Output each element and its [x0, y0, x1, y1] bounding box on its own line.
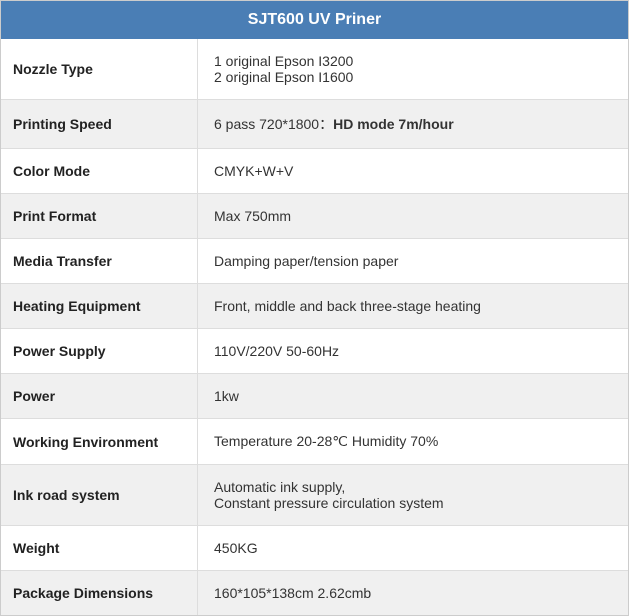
label-power-supply: Power Supply	[1, 329, 198, 373]
value-media-transfer: Damping paper/tension paper	[198, 239, 628, 283]
table-title: SJT600 UV Priner	[248, 11, 381, 28]
value-line-1-nozzle-type: 2 original Epson I1600	[214, 69, 353, 85]
spec-row-power: Power1kw	[1, 374, 628, 419]
value-print-format: Max 750mm	[198, 194, 628, 238]
label-nozzle-type: Nozzle Type	[1, 39, 198, 99]
spec-row-nozzle-type: Nozzle Type1 original Epson I32002 origi…	[1, 39, 628, 100]
spec-table: SJT600 UV Priner Nozzle Type1 original E…	[0, 0, 629, 616]
value-working-environment: Temperature 20-28℃ Humidity 70%	[198, 419, 628, 464]
label-power: Power	[1, 374, 198, 418]
value-line-0-ink-road-system: Automatic ink supply,	[214, 479, 345, 495]
label-print-format: Print Format	[1, 194, 198, 238]
label-working-environment: Working Environment	[1, 419, 198, 464]
label-ink-road-system: Ink road system	[1, 465, 198, 525]
label-package-dimensions: Package Dimensions	[1, 571, 198, 615]
value-heating-equipment: Front, middle and back three-stage heati…	[198, 284, 628, 328]
label-heating-equipment: Heating Equipment	[1, 284, 198, 328]
spec-row-color-mode: Color ModeCMYK+W+V	[1, 149, 628, 194]
spec-row-package-dimensions: Package Dimensions160*105*138cm 2.62cmb	[1, 571, 628, 615]
value-ink-road-system: Automatic ink supply,Constant pressure c…	[198, 465, 628, 525]
value-power: 1kw	[198, 374, 628, 418]
label-color-mode: Color Mode	[1, 149, 198, 193]
value-printing-speed: 6 pass 720*1800：HD mode 7m/hour	[198, 100, 628, 148]
value-color-mode: CMYK+W+V	[198, 149, 628, 193]
value-power-supply: 110V/220V 50-60Hz	[198, 329, 628, 373]
value-package-dimensions: 160*105*138cm 2.62cmb	[198, 571, 628, 615]
spec-row-media-transfer: Media TransferDamping paper/tension pape…	[1, 239, 628, 284]
spec-row-working-environment: Working EnvironmentTemperature 20-28℃ Hu…	[1, 419, 628, 465]
value-line-0-nozzle-type: 1 original Epson I3200	[214, 53, 353, 69]
value-prefix-printing-speed: 6 pass 720*1800：	[214, 114, 333, 134]
value-line-1-ink-road-system: Constant pressure circulation system	[214, 495, 444, 511]
label-media-transfer: Media Transfer	[1, 239, 198, 283]
value-weight: 450KG	[198, 526, 628, 570]
spec-row-ink-road-system: Ink road systemAutomatic ink supply,Cons…	[1, 465, 628, 526]
spec-row-weight: Weight450KG	[1, 526, 628, 571]
spec-row-heating-equipment: Heating EquipmentFront, middle and back …	[1, 284, 628, 329]
value-nozzle-type: 1 original Epson I32002 original Epson I…	[198, 39, 628, 99]
table-header: SJT600 UV Priner	[1, 1, 628, 39]
value-bold-printing-speed: HD mode 7m/hour	[333, 116, 454, 132]
spec-row-power-supply: Power Supply110V/220V 50-60Hz	[1, 329, 628, 374]
label-printing-speed: Printing Speed	[1, 100, 198, 148]
spec-row-print-format: Print FormatMax 750mm	[1, 194, 628, 239]
label-weight: Weight	[1, 526, 198, 570]
spec-row-printing-speed: Printing Speed6 pass 720*1800：HD mode 7m…	[1, 100, 628, 149]
